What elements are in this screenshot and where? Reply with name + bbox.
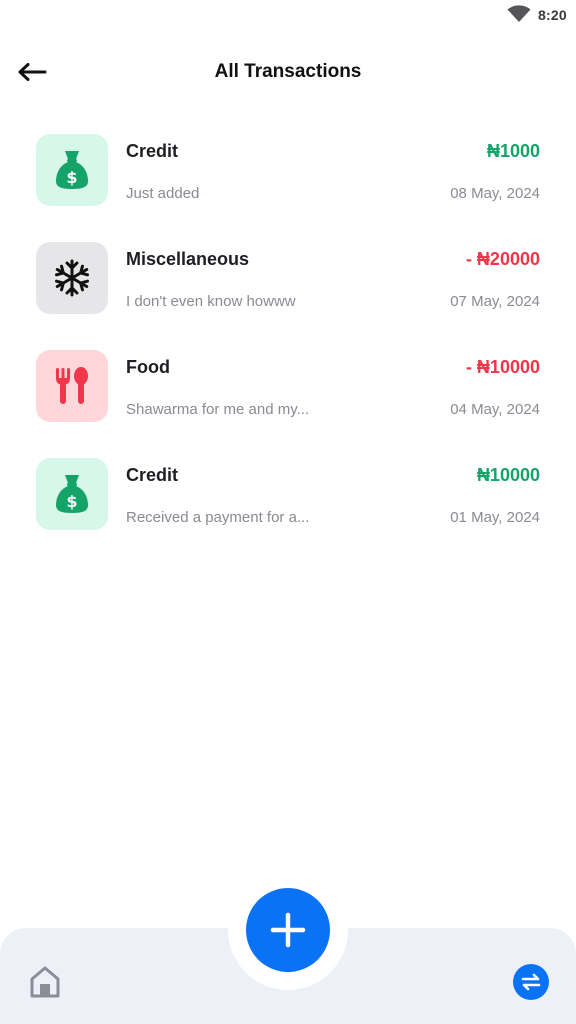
transaction-category: Food [126,357,170,377]
money-bag-icon: $ [56,151,88,189]
status-time: 8:20 [538,7,567,23]
transaction-list: $ Credit Just added ₦1000 08 May, 2024 M… [36,134,540,566]
wifi-icon [507,5,531,22]
add-transaction-button[interactable] [246,888,330,972]
transaction-icon-tile: $ [36,134,108,206]
transaction-date: 08 May, 2024 [450,185,540,202]
transaction-category: Credit [126,141,179,161]
transaction-date: 07 May, 2024 [450,293,540,310]
transaction-date: 04 May, 2024 [450,401,540,418]
transaction-date: 01 May, 2024 [450,509,540,526]
transaction-category: Credit [126,465,179,485]
transaction-row[interactable]: Food Shawarma for me and my... - ₦10000 … [36,350,540,422]
transaction-row[interactable]: $ Credit Just added ₦1000 08 May, 2024 [36,134,540,206]
app-header: All Transactions [0,48,576,96]
transaction-amount: - ₦10000 [465,357,540,377]
transaction-description: I don't even know howww [126,293,296,310]
svg-text:$: $ [66,168,77,187]
snowflake-icon [53,259,91,297]
home-icon [30,966,60,998]
transaction-amount: ₦10000 [476,465,540,485]
page-title: All Transactions [214,61,362,82]
transaction-description: Received a payment for a... [126,509,310,526]
transaction-icon-tile [36,242,108,314]
transaction-row[interactable]: $ Credit Received a payment for a... ₦10… [36,458,540,530]
status-bar: 8:20 [0,0,576,30]
transaction-icon-tile [36,350,108,422]
nav-transfer-button[interactable] [513,964,549,1000]
transaction-description: Just added [126,185,200,202]
svg-text:$: $ [66,492,77,511]
transaction-icon-tile: $ [36,458,108,530]
transaction-row[interactable]: Miscellaneous I don't even know howww - … [36,242,540,314]
transfer-icon [521,973,541,991]
nav-home-button[interactable] [26,962,64,1002]
transaction-category: Miscellaneous [126,249,250,269]
transaction-amount: ₦1000 [486,141,540,161]
transaction-amount: - ₦20000 [465,249,540,269]
fork-spoon-icon [56,367,88,404]
money-bag-icon: $ [56,475,88,513]
transaction-description: Shawarma for me and my... [126,401,310,418]
plus-icon [270,912,306,948]
